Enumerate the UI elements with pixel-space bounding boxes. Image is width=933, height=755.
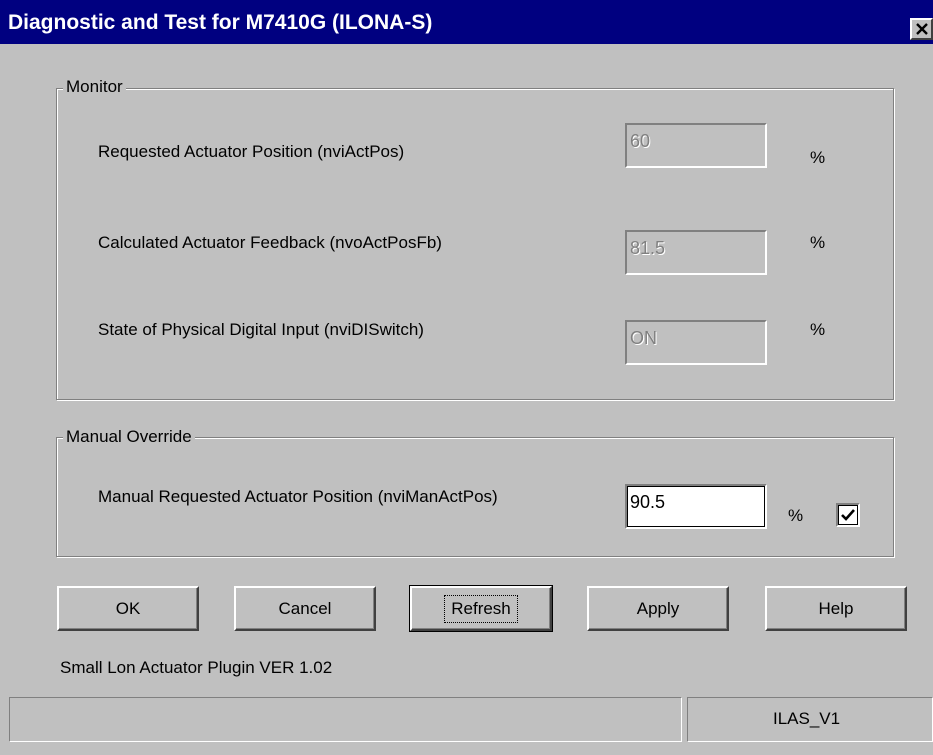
calculated-feedback-field: 81.5 bbox=[625, 230, 767, 275]
status-bar-right-pane: ILAS_V1 bbox=[687, 697, 933, 742]
window-title: Diagnostic and Test for M7410G (ILONA-S) bbox=[8, 11, 433, 34]
manual-position-unit: % bbox=[788, 506, 804, 525]
digital-input-label: State of Physical Digital Input (nviDISw… bbox=[98, 320, 424, 339]
monitor-group-label: Monitor bbox=[63, 77, 126, 97]
manual-override-group-label: Manual Override bbox=[63, 427, 195, 447]
manual-position-input[interactable]: 90.5 bbox=[625, 484, 767, 529]
manual-position-label: Manual Requested Actuator Position (nviM… bbox=[98, 487, 498, 506]
refresh-button-label: Refresh bbox=[444, 594, 518, 623]
digital-input-field: ON bbox=[625, 320, 767, 365]
ok-button[interactable]: OK bbox=[57, 586, 199, 631]
requested-position-unit: % bbox=[810, 148, 826, 167]
digital-input-unit: % bbox=[810, 320, 826, 339]
title-bar: Diagnostic and Test for M7410G (ILONA-S) bbox=[0, 0, 933, 44]
manual-override-checkbox[interactable] bbox=[836, 503, 860, 527]
dialog-window: Diagnostic and Test for M7410G (ILONA-S)… bbox=[0, 0, 933, 755]
status-bar-left-pane bbox=[9, 697, 682, 742]
requested-position-label: Requested Actuator Position (nviActPos) bbox=[98, 142, 405, 161]
status-version-id: ILAS_V1 bbox=[773, 709, 841, 728]
cancel-button[interactable]: Cancel bbox=[234, 586, 376, 631]
close-button[interactable] bbox=[910, 18, 933, 40]
apply-button[interactable]: Apply bbox=[587, 586, 729, 631]
close-icon bbox=[916, 23, 928, 35]
calculated-feedback-unit: % bbox=[810, 233, 826, 252]
checkmark-icon bbox=[841, 509, 855, 521]
version-text: Small Lon Actuator Plugin VER 1.02 bbox=[60, 658, 333, 677]
refresh-button[interactable]: Refresh bbox=[409, 585, 553, 632]
requested-position-field: 60 bbox=[625, 123, 767, 168]
calculated-feedback-label: Calculated Actuator Feedback (nvoActPosF… bbox=[98, 233, 442, 252]
help-button[interactable]: Help bbox=[765, 586, 907, 631]
